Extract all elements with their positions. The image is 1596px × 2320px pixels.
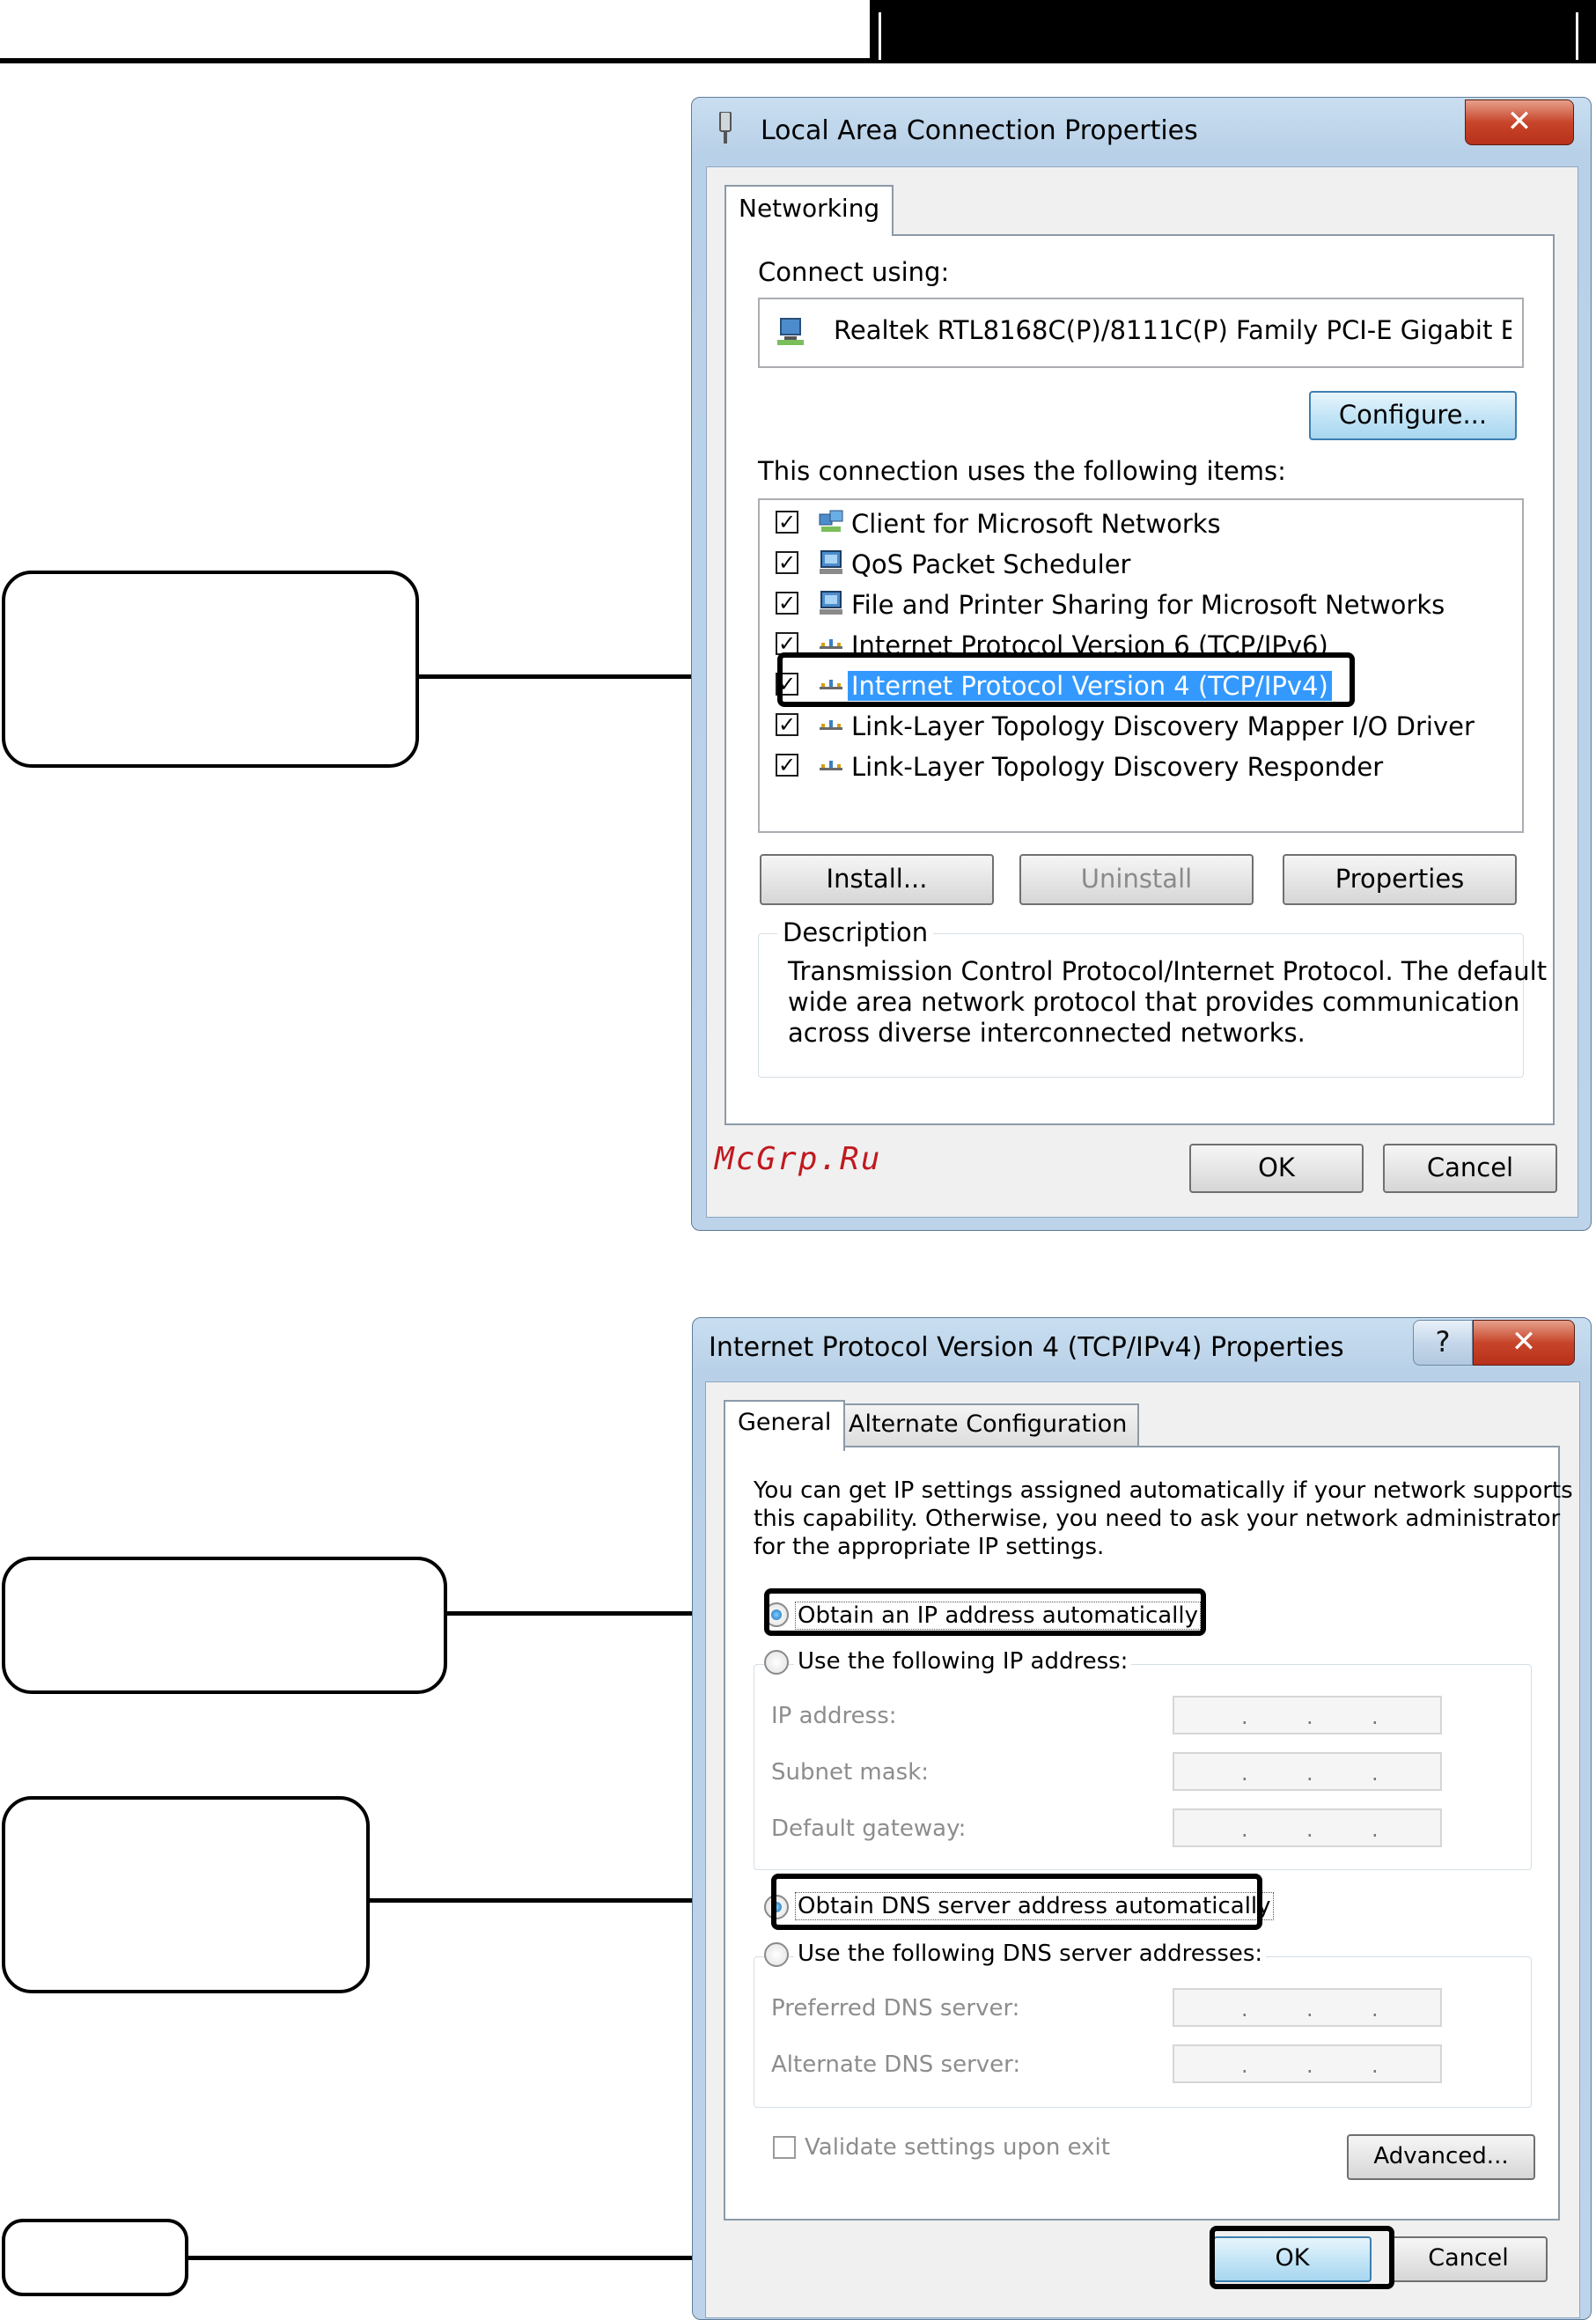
help-button[interactable]: ? bbox=[1413, 1320, 1473, 1366]
item-checkbox[interactable]: ✓ bbox=[776, 713, 798, 736]
list-item-label: Client for Microsoft Networks bbox=[851, 509, 1221, 539]
ip-dot: . bbox=[1306, 1817, 1313, 1842]
intro-line: this capability. Otherwise, you need to … bbox=[754, 1506, 1561, 1532]
list-item[interactable]: ✓ Link-Layer Topology Discovery Mapper I/… bbox=[776, 708, 1515, 748]
validate-checkbox[interactable] bbox=[773, 2136, 796, 2159]
list-item-label: QoS Packet Scheduler bbox=[851, 549, 1131, 579]
description-line: wide area network protocol that provides… bbox=[788, 987, 1520, 1017]
network-adapter-icon bbox=[717, 111, 734, 145]
cancel-button[interactable]: Cancel bbox=[1389, 2236, 1548, 2282]
adapter-name: Realtek RTL8168C(P)/8111C(P) Family PCI-… bbox=[834, 315, 1511, 345]
protocol-icon bbox=[818, 711, 844, 738]
watermark: McGrp.Ru bbox=[715, 1141, 882, 1177]
list-item[interactable]: ✓ File and Printer Sharing for Microsoft … bbox=[776, 586, 1515, 627]
ip-address-field[interactable]: . . . bbox=[1173, 1696, 1442, 1734]
callout-box bbox=[2, 571, 419, 768]
list-item-label: File and Printer Sharing for Microsoft N… bbox=[851, 590, 1445, 620]
ip-dot: . bbox=[1306, 2053, 1313, 2078]
use-following-dns-label[interactable]: Use the following DNS server addresses: bbox=[794, 1941, 1267, 1967]
ipv4-properties-window: Internet Protocol Version 4 (TCP/IPv4) P… bbox=[692, 1317, 1592, 2320]
ip-dot: . bbox=[1241, 1997, 1248, 2022]
subnet-mask-field[interactable]: . . . bbox=[1173, 1752, 1442, 1791]
item-checkbox[interactable]: ✓ bbox=[776, 551, 798, 574]
uninstall-button[interactable]: Uninstall bbox=[1019, 854, 1254, 905]
intro-line: You can get IP settings assigned automat… bbox=[754, 1477, 1573, 1504]
install-button[interactable]: Install... bbox=[760, 854, 994, 905]
protocol-icon bbox=[818, 752, 844, 778]
alternate-dns-label: Alternate DNS server: bbox=[771, 2051, 1021, 2078]
ip-dot: . bbox=[1306, 1997, 1313, 2022]
use-following-ip-label[interactable]: Use the following IP address: bbox=[794, 1648, 1132, 1675]
tab-networking[interactable]: Networking bbox=[724, 185, 894, 236]
advanced-button[interactable]: Advanced... bbox=[1347, 2134, 1535, 2180]
highlight-obtain-dns-auto bbox=[771, 1874, 1262, 1930]
window-client-area: General Alternate Configuration You can … bbox=[705, 1381, 1580, 2318]
header-rule bbox=[0, 58, 872, 63]
callout-box bbox=[2, 1796, 370, 1993]
list-item[interactable]: ✓ QoS Packet Scheduler bbox=[776, 546, 1515, 586]
adapter-field: Realtek RTL8168C(P)/8111C(P) Family PCI-… bbox=[758, 298, 1524, 368]
ip-dot: . bbox=[1241, 1761, 1248, 1786]
header-separator bbox=[879, 12, 881, 60]
callout-box bbox=[2, 2219, 188, 2296]
list-item[interactable]: ✓ Link-Layer Topology Discovery Responder bbox=[776, 748, 1515, 789]
preferred-dns-label: Preferred DNS server: bbox=[771, 1995, 1020, 2022]
list-item-label: Link-Layer Topology Discovery Responder bbox=[851, 752, 1384, 782]
window-title: Local Area Connection Properties bbox=[761, 115, 1198, 146]
default-gateway-field[interactable]: . . . bbox=[1173, 1808, 1442, 1847]
list-item-label: Link-Layer Topology Discovery Mapper I/O… bbox=[851, 711, 1475, 741]
header-block bbox=[870, 0, 1596, 63]
connect-using-label: Connect using: bbox=[758, 257, 950, 287]
subnet-mask-label: Subnet mask: bbox=[771, 1759, 930, 1786]
preferred-dns-field[interactable]: . . . bbox=[1173, 1988, 1442, 2027]
ip-dot: . bbox=[1306, 1761, 1313, 1786]
description-label: Description bbox=[777, 917, 934, 947]
network-service-icon bbox=[818, 590, 844, 616]
ip-dot: . bbox=[1372, 2053, 1379, 2078]
intro-line: for the appropriate IP settings. bbox=[754, 1534, 1105, 1560]
close-button[interactable]: ✕ bbox=[1465, 99, 1574, 145]
item-checkbox[interactable]: ✓ bbox=[776, 511, 798, 534]
callout-box bbox=[2, 1557, 447, 1694]
ip-dot: . bbox=[1241, 1817, 1248, 1842]
window-title: Internet Protocol Version 4 (TCP/IPv4) P… bbox=[709, 1332, 1344, 1363]
close-button[interactable]: ✕ bbox=[1473, 1320, 1575, 1366]
ip-address-label: IP address: bbox=[771, 1703, 897, 1729]
ip-dot: . bbox=[1372, 1817, 1379, 1842]
validate-label[interactable]: Validate settings upon exit bbox=[805, 2134, 1110, 2161]
ip-dot: . bbox=[1241, 1705, 1248, 1729]
ip-dot: . bbox=[1306, 1705, 1313, 1729]
tab-general[interactable]: General bbox=[724, 1400, 846, 1451]
ok-button[interactable]: OK bbox=[1189, 1144, 1364, 1193]
item-checkbox[interactable]: ✓ bbox=[776, 592, 798, 615]
description-line: Transmission Control Protocol/Internet P… bbox=[788, 956, 1548, 986]
highlight-ok-button bbox=[1210, 2226, 1394, 2289]
title-bar[interactable]: Local Area Connection Properties ✕ bbox=[692, 98, 1591, 161]
alternate-dns-field[interactable]: . . . bbox=[1173, 2044, 1442, 2083]
cancel-button[interactable]: Cancel bbox=[1383, 1144, 1557, 1193]
network-client-icon bbox=[818, 509, 844, 535]
ip-dot: . bbox=[1372, 1705, 1379, 1729]
configure-button[interactable]: Configure... bbox=[1309, 391, 1517, 440]
use-following-ip-radio[interactable] bbox=[764, 1650, 789, 1675]
network-service-icon bbox=[818, 549, 844, 576]
static-dns-group bbox=[754, 1956, 1532, 2108]
ip-dot: . bbox=[1372, 1761, 1379, 1786]
tab-alternate-configuration[interactable]: Alternate Configuration bbox=[836, 1403, 1140, 1447]
items-label: This connection uses the following items… bbox=[758, 456, 1286, 486]
title-bar[interactable]: Internet Protocol Version 4 (TCP/IPv4) P… bbox=[693, 1318, 1591, 1381]
header-separator bbox=[1576, 12, 1578, 60]
default-gateway-label: Default gateway: bbox=[771, 1815, 967, 1842]
properties-button[interactable]: Properties bbox=[1283, 854, 1517, 905]
description-line: across diverse interconnected networks. bbox=[788, 1018, 1305, 1048]
highlight-obtain-ip-auto bbox=[764, 1588, 1206, 1636]
list-item[interactable]: ✓ Client for Microsoft Networks bbox=[776, 505, 1515, 546]
adapter-icon bbox=[776, 315, 809, 349]
item-checkbox[interactable]: ✓ bbox=[776, 754, 798, 777]
use-following-dns-radio[interactable] bbox=[764, 1942, 789, 1967]
general-tab-panel: You can get IP settings assigned automat… bbox=[724, 1446, 1573, 2221]
ip-dot: . bbox=[1372, 1997, 1379, 2022]
highlight-ipv4-item bbox=[777, 652, 1355, 707]
ip-dot: . bbox=[1241, 2053, 1248, 2078]
